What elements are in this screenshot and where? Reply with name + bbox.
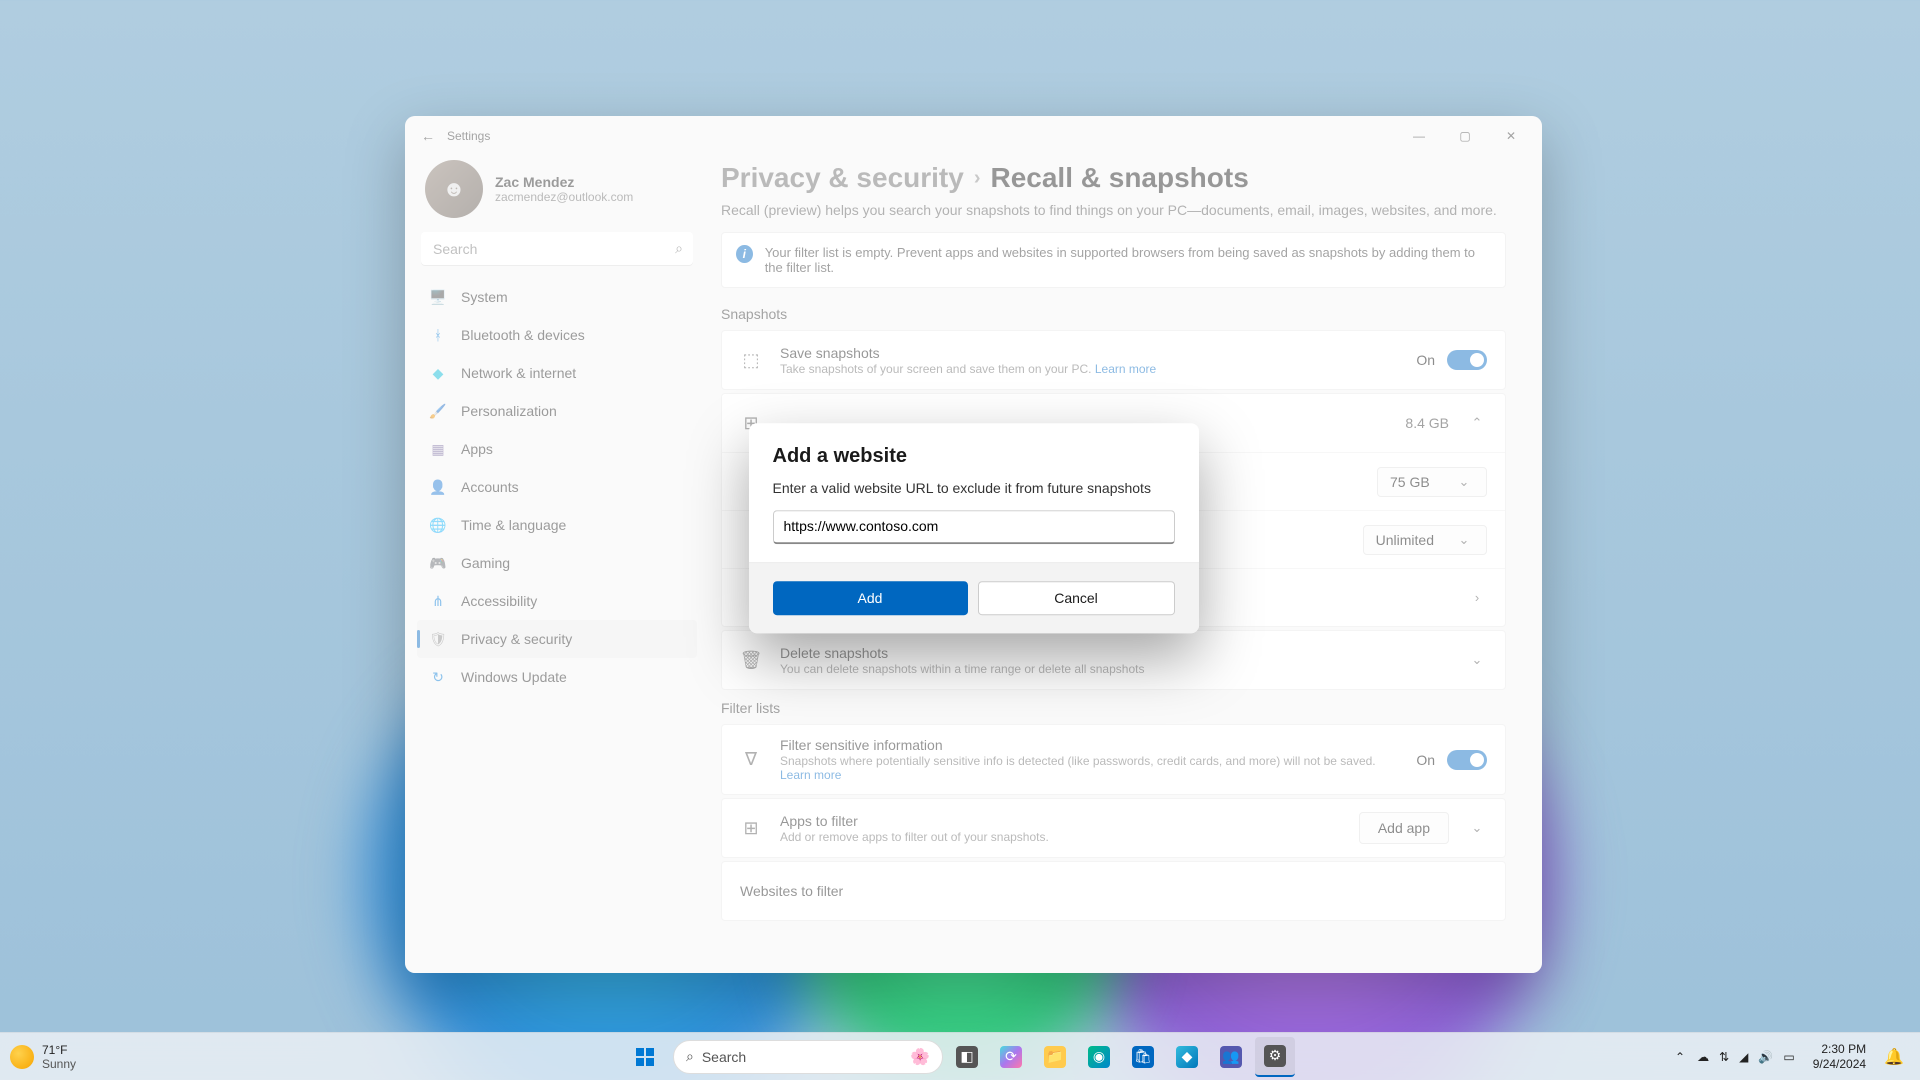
copilot-button[interactable]: ⟳: [991, 1037, 1031, 1077]
notifications-button[interactable]: 🔔: [1878, 1047, 1910, 1067]
taskbar: 71°F Sunny ⌕ Search 🌸 ◧ ⟳ 📁 ◉ 🛍 ◆ 👥 ⚙ ⌃ …: [0, 1032, 1920, 1080]
edge-button[interactable]: ◉: [1079, 1037, 1119, 1077]
website-url-input[interactable]: [773, 510, 1175, 544]
weather-widget[interactable]: 71°F Sunny: [10, 1043, 76, 1071]
sun-icon: [10, 1045, 34, 1069]
settings-button[interactable]: ⚙: [1255, 1037, 1295, 1077]
add-button[interactable]: Add: [773, 581, 968, 615]
chat-button[interactable]: ◆: [1167, 1037, 1207, 1077]
store-button[interactable]: 🛍: [1123, 1037, 1163, 1077]
start-button[interactable]: [625, 1037, 665, 1077]
network-icon: ⇅: [1719, 1050, 1729, 1064]
task-view-button[interactable]: ◧: [947, 1037, 987, 1077]
add-website-dialog: Add a website Enter a valid website URL …: [749, 423, 1199, 633]
wifi-icon: ◢: [1739, 1050, 1748, 1064]
dialog-title: Add a website: [773, 445, 1175, 468]
search-icon: ⌕: [686, 1048, 694, 1065]
system-tray[interactable]: ☁ ⇅ ◢ 🔊 ▭: [1691, 1050, 1801, 1064]
explorer-button[interactable]: 📁: [1035, 1037, 1075, 1077]
dialog-description: Enter a valid website URL to exclude it …: [773, 480, 1175, 496]
battery-icon: ▭: [1783, 1050, 1794, 1064]
clock[interactable]: 2:30 PM 9/24/2024: [1807, 1042, 1872, 1071]
settings-window: ← Settings — ▢ ✕ ☻ Zac Mendez zacmendez@…: [405, 116, 1542, 973]
taskbar-search[interactable]: ⌕ Search 🌸: [673, 1040, 943, 1074]
cancel-button[interactable]: Cancel: [978, 581, 1175, 615]
volume-icon: 🔊: [1758, 1050, 1773, 1064]
teams-button[interactable]: 👥: [1211, 1037, 1251, 1077]
onedrive-icon: ☁: [1697, 1050, 1709, 1064]
tray-chevron[interactable]: ⌃: [1675, 1050, 1685, 1064]
